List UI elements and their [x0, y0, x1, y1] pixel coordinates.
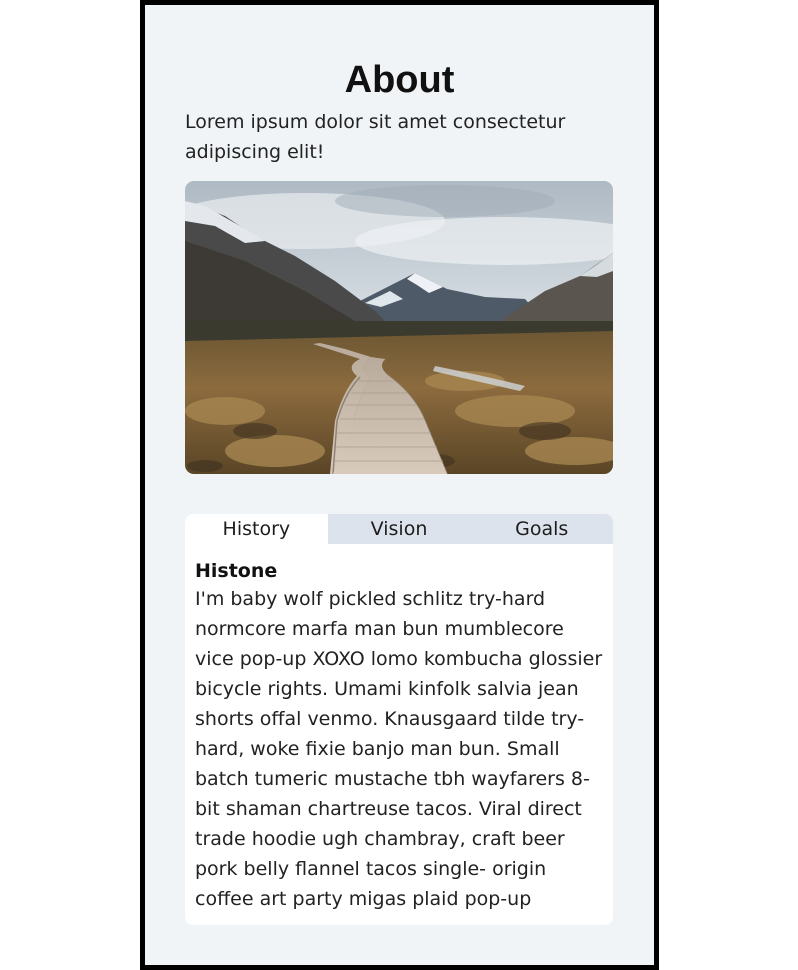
tabs-card: History Vision Goals Histone I'm baby wo… — [185, 514, 613, 925]
tab-goals[interactable]: Goals — [470, 514, 613, 544]
panel-body-text: I'm baby wolf pickled schlitz try-hard n… — [195, 588, 603, 910]
hero-image — [185, 181, 613, 474]
tab-history[interactable]: History — [185, 514, 328, 544]
page-title: About — [344, 59, 455, 101]
intro-text: Lorem ipsum dolor sit amet consectetur a… — [185, 111, 566, 163]
tab-panel: Histone I'm baby wolf pickled schlitz tr… — [185, 544, 613, 914]
device-frame: About Lorem ipsum dolor sit amet consect… — [140, 0, 659, 970]
tab-vision[interactable]: Vision — [328, 514, 471, 544]
panel-heading: Histone — [195, 560, 278, 582]
tab-bar: History Vision Goals — [185, 514, 613, 544]
